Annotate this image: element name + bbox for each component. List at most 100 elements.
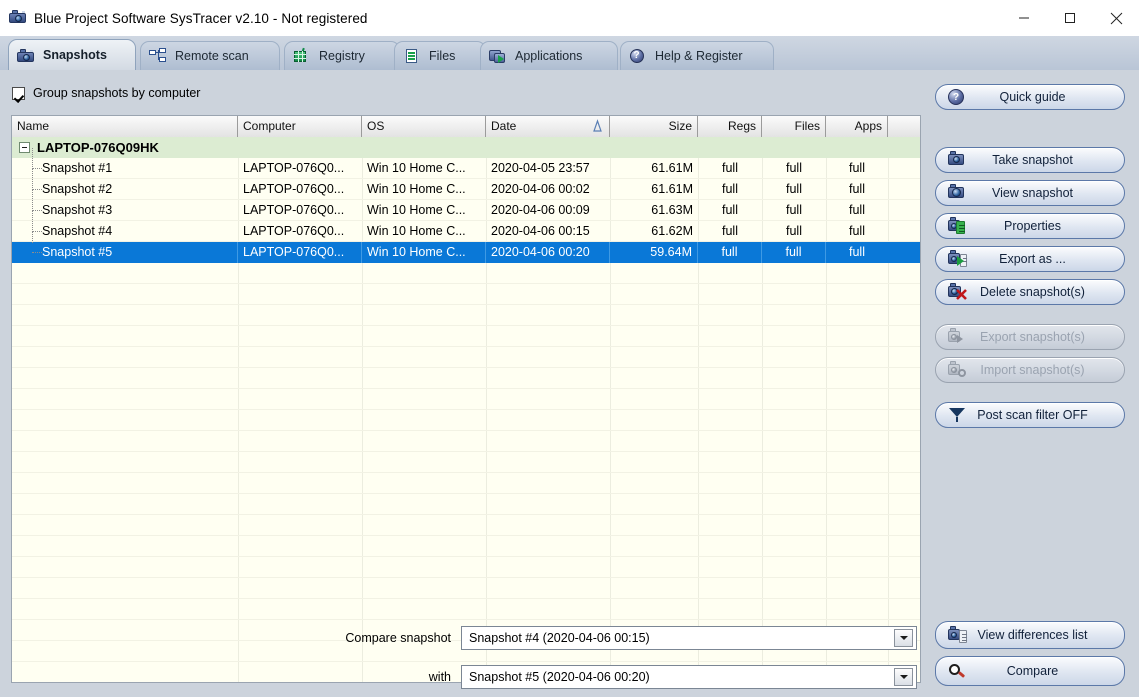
- button-label: Post scan filter OFF: [977, 408, 1088, 422]
- close-icon[interactable]: [1093, 0, 1139, 36]
- column-header-size[interactable]: Size: [610, 116, 698, 137]
- cell-name: Snapshot #4: [42, 224, 113, 238]
- tab-registry[interactable]: Registry: [284, 41, 400, 70]
- cell-os: Win 10 Home C...: [367, 161, 466, 175]
- cell-files: full: [762, 242, 826, 263]
- button-label: Compare: [1006, 664, 1059, 678]
- cell-regs: full: [722, 182, 738, 196]
- chevron-down-icon[interactable]: [894, 668, 913, 686]
- main-content: Group snapshots by computer Name Compute…: [0, 70, 1139, 697]
- table-row[interactable]: Snapshot #1 LAPTOP-076Q0... Win 10 Home …: [12, 148, 920, 179]
- cell-size: 61.62M: [651, 224, 693, 238]
- cell-os: Win 10 Home C...: [367, 224, 466, 238]
- export-snapshots-button[interactable]: Export snapshot(s): [935, 324, 1125, 350]
- window-controls: [1001, 0, 1139, 36]
- help-icon: ?: [629, 48, 647, 64]
- compare-snapshot-row: Compare snapshot Snapshot #4 (2020-04-06…: [334, 626, 917, 650]
- cell-size: 61.61M: [651, 182, 693, 196]
- table-row[interactable]: Snapshot #2 LAPTOP-076Q0... Win 10 Home …: [12, 169, 920, 200]
- cell-size: 61.61M: [651, 161, 693, 175]
- cell-files: full: [786, 224, 802, 238]
- camera-clipboard-icon: [947, 626, 967, 644]
- cell-date: 2020-04-06 00:09: [491, 203, 590, 217]
- tab-applications[interactable]: Applications: [480, 41, 618, 70]
- view-snapshot-button[interactable]: View snapshot: [935, 180, 1125, 206]
- delete-snapshots-button[interactable]: Delete snapshot(s): [935, 279, 1125, 305]
- compare-first-dropdown[interactable]: Snapshot #4 (2020-04-06 00:15): [461, 626, 917, 650]
- column-header-files[interactable]: Files: [762, 116, 826, 137]
- cell-computer: LAPTOP-076Q0...: [243, 224, 345, 238]
- post-scan-filter-button[interactable]: Post scan filter OFF: [935, 402, 1125, 428]
- tab-remote-scan[interactable]: Remote scan: [140, 41, 280, 70]
- tab-files[interactable]: Files: [394, 41, 486, 70]
- application-window: Blue Project Software SysTracer v2.10 - …: [0, 0, 1139, 697]
- tab-help-register[interactable]: ? Help & Register: [620, 41, 774, 70]
- cell-regs: full: [722, 224, 738, 238]
- column-header-computer[interactable]: Computer: [238, 116, 362, 137]
- cell-date: 2020-04-06 00:15: [491, 224, 590, 238]
- file-icon: [403, 48, 421, 64]
- registry-icon: [293, 47, 311, 64]
- button-label: Import snapshot(s): [980, 363, 1085, 377]
- window-title: Blue Project Software SysTracer v2.10 - …: [34, 10, 368, 26]
- export-as-button[interactable]: Export as ...: [935, 246, 1125, 272]
- cell-files: full: [786, 203, 802, 217]
- camera-export-icon: [947, 250, 967, 268]
- take-snapshot-button[interactable]: Take snapshot: [935, 147, 1125, 173]
- collapse-icon[interactable]: [19, 142, 30, 153]
- column-header-regs[interactable]: Regs: [698, 116, 762, 137]
- table-row[interactable]: Snapshot #4 LAPTOP-076Q0... Win 10 Home …: [12, 211, 920, 242]
- cell-apps: full: [849, 182, 865, 196]
- camera-icon: [947, 151, 967, 169]
- group-snapshots-checkbox[interactable]: Group snapshots by computer: [12, 86, 200, 100]
- snapshots-list[interactable]: Name Computer OS Date Size Regs Files Ap…: [11, 115, 921, 683]
- column-header-date[interactable]: Date: [486, 116, 610, 137]
- cell-size: 61.63M: [651, 203, 693, 217]
- import-snapshots-button[interactable]: Import snapshot(s): [935, 357, 1125, 383]
- group-row[interactable]: LAPTOP-076Q09HK: [12, 137, 920, 158]
- cell-computer: LAPTOP-076Q0...: [243, 182, 345, 196]
- cell-apps: full: [849, 161, 865, 175]
- camera-clipboard-icon: [947, 217, 967, 235]
- tab-snapshots[interactable]: Snapshots: [8, 39, 136, 70]
- tab-label: Registry: [319, 49, 365, 63]
- cell-size: 59.64M: [610, 242, 698, 263]
- view-differences-button[interactable]: View differences list: [935, 621, 1125, 649]
- compare-first-value: Snapshot #4 (2020-04-06 00:15): [469, 631, 650, 645]
- cell-regs: full: [722, 203, 738, 217]
- cell-apps: full: [849, 224, 865, 238]
- checkbox-box[interactable]: [12, 86, 25, 100]
- button-label: Quick guide: [999, 90, 1066, 104]
- table-row-selected[interactable]: Snapshot #5 LAPTOP-076Q0... Win 10 Home …: [12, 232, 920, 263]
- network-icon: [149, 48, 167, 64]
- button-label: Take snapshot: [992, 153, 1073, 167]
- camera-icon: [17, 47, 35, 63]
- compare-second-dropdown[interactable]: Snapshot #5 (2020-04-06 00:20): [461, 665, 917, 689]
- button-label: Export as ...: [999, 252, 1066, 266]
- maximize-icon[interactable]: [1047, 0, 1093, 36]
- cell-os: Win 10 Home C...: [367, 203, 466, 217]
- column-header-name[interactable]: Name: [12, 116, 238, 137]
- tab-bar: Snapshots Remote scan Registry Files App…: [0, 36, 1139, 71]
- compare-second-value: Snapshot #5 (2020-04-06 00:20): [469, 670, 650, 684]
- compare-with-label: with: [428, 670, 451, 684]
- cell-name: Snapshot #5: [12, 242, 238, 263]
- chevron-down-icon[interactable]: [894, 629, 913, 647]
- title-bar: Blue Project Software SysTracer v2.10 - …: [0, 0, 1139, 37]
- column-header-os[interactable]: OS: [362, 116, 486, 137]
- button-label: View snapshot: [991, 186, 1074, 200]
- funnel-icon: [947, 406, 967, 424]
- cell-os: Win 10 Home C...: [362, 242, 486, 263]
- properties-button[interactable]: Properties: [935, 213, 1125, 239]
- quick-guide-button[interactable]: ? Quick guide: [935, 84, 1125, 110]
- cell-apps: full: [849, 203, 865, 217]
- tab-label: Help & Register: [655, 49, 743, 63]
- compare-button-panel: View differences list Compare: [935, 621, 1127, 693]
- table-row[interactable]: Snapshot #3 LAPTOP-076Q0... Win 10 Home …: [12, 190, 920, 221]
- compare-button[interactable]: Compare: [935, 656, 1125, 686]
- button-label: Properties: [1004, 219, 1061, 233]
- column-header-apps[interactable]: Apps: [826, 116, 888, 137]
- camera-delete-icon: [947, 283, 967, 301]
- compare-snapshot-label: Compare snapshot: [345, 631, 451, 645]
- minimize-icon[interactable]: [1001, 0, 1047, 36]
